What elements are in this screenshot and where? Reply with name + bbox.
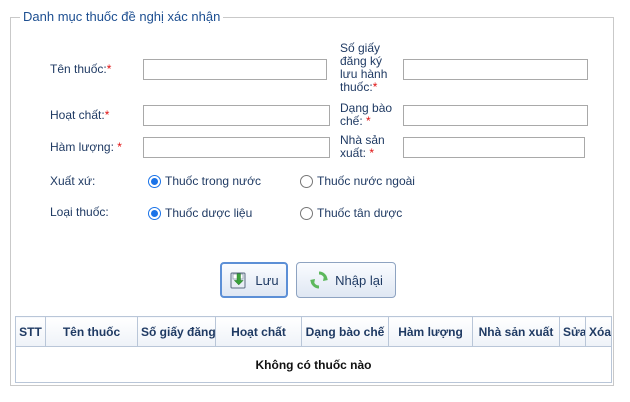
ham-luong-label: Hàm lượng: * <box>50 140 122 154</box>
col-header-ten-thuoc[interactable]: Tên thuốc <box>45 316 138 347</box>
dang-bao-che-label: Dạng bào chế: * <box>340 101 393 128</box>
radio-unselected-icon[interactable] <box>300 206 313 220</box>
medicine-table: STT Tên thuốc Số giấy đăng Hoạt chất Dạn… <box>15 316 612 383</box>
save-button[interactable]: Lưu <box>220 262 288 298</box>
hoat-chat-label: Hoạt chất:* <box>50 108 110 122</box>
nha-san-xuat-label: Nhà sản xuất: * <box>340 133 385 160</box>
col-header-xoa[interactable]: Xóa <box>585 316 612 347</box>
radio-selected-icon[interactable] <box>148 206 161 220</box>
col-header-sua[interactable]: Sửa <box>559 316 586 347</box>
radio-thuoc-duoc-lieu[interactable]: Thuốc dược liệu <box>148 206 252 220</box>
ten-thuoc-input[interactable] <box>143 59 327 80</box>
xuat-xu-label: Xuất xứ: <box>50 174 96 188</box>
table-header-row: STT Tên thuốc Số giấy đăng Hoạt chất Dạn… <box>15 316 612 347</box>
fieldset-legend: Danh mục thuốc đề nghị xác nhận <box>20 9 224 24</box>
so-giay-input[interactable] <box>403 59 588 80</box>
dang-bao-che-input[interactable] <box>403 105 588 126</box>
col-header-stt[interactable]: STT <box>15 316 46 347</box>
reset-button[interactable]: Nhập lại <box>296 262 396 298</box>
col-header-hoat-chat[interactable]: Hoạt chất <box>215 316 302 347</box>
refresh-icon <box>309 270 329 290</box>
so-giay-label: Số giấy đăng ký lưu hành thuốc:* <box>340 41 388 94</box>
table-row: Không có thuốc nào <box>15 346 612 383</box>
col-header-so-giay[interactable]: Số giấy đăng <box>137 316 216 347</box>
loai-thuoc-label: Loại thuốc: <box>50 205 109 219</box>
nha-san-xuat-input[interactable] <box>403 137 585 158</box>
ham-luong-input[interactable] <box>143 137 330 158</box>
col-header-dang-bao-che[interactable]: Dạng bào chế <box>301 316 389 347</box>
ten-thuoc-label: Tên thuốc:* <box>50 62 112 76</box>
radio-thuoc-nuoc-ngoai[interactable]: Thuốc nước ngoài <box>300 174 415 188</box>
save-download-icon <box>229 270 249 290</box>
col-header-nha-san-xuat[interactable]: Nhà sản xuất <box>472 316 560 347</box>
radio-unselected-icon[interactable] <box>300 174 313 188</box>
col-header-ham-luong[interactable]: Hàm lượng <box>388 316 473 347</box>
radio-selected-icon[interactable] <box>148 174 161 188</box>
hoat-chat-input[interactable] <box>143 105 330 126</box>
radio-thuoc-trong-nuoc[interactable]: Thuốc trong nước <box>148 174 261 188</box>
empty-table-message: Không có thuốc nào <box>15 346 612 383</box>
radio-thuoc-tan-duoc[interactable]: Thuốc tân dược <box>300 206 402 220</box>
